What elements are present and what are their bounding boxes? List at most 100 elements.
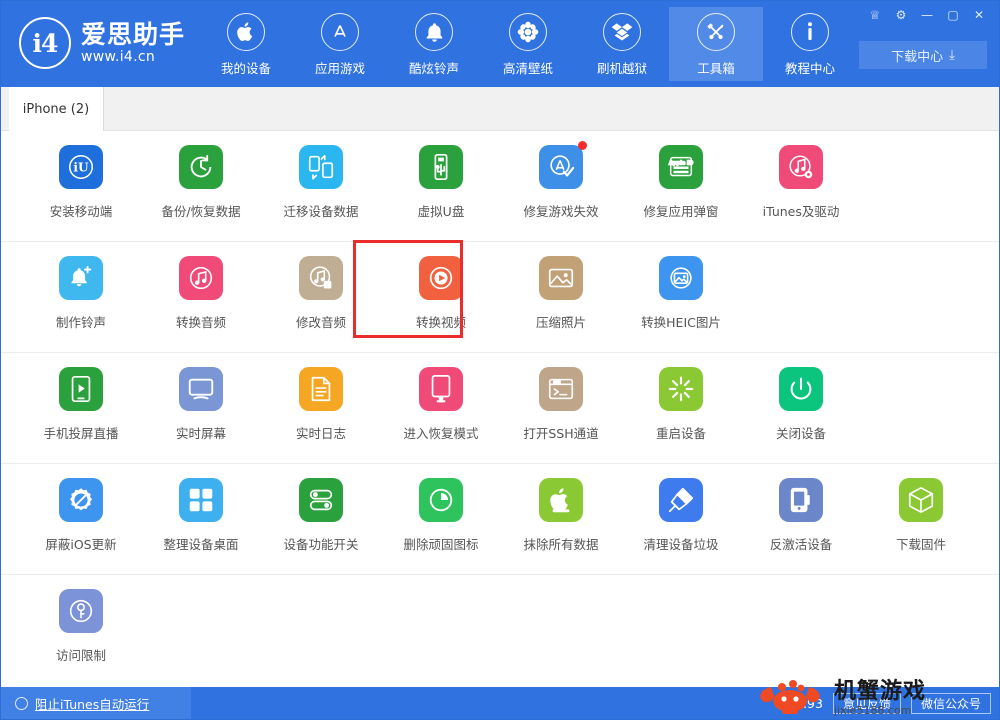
svg-text:Apple ID: Apple ID	[669, 161, 693, 167]
tool-apple-id-fix[interactable]: Apple ID 修复应用弹窗	[621, 145, 741, 220]
tool-realtime-log[interactable]: 实时日志	[261, 367, 381, 442]
tool-block-ios-update[interactable]: 屏蔽iOS更新	[21, 478, 141, 553]
tool-label: 手机投屏直播	[43, 426, 119, 441]
app-footer: 阻止iTunes自动运行 V7.93 意见反馈 微信公众号 机蟹游戏 jixie…	[1, 680, 999, 719]
tool-label: 清理设备垃圾	[643, 537, 719, 552]
tool-convert-video[interactable]: 转换视频	[353, 240, 501, 338]
nav-item-info[interactable]: 教程中心	[763, 7, 857, 81]
tool-i4-install[interactable]: iU 安装移动端	[21, 145, 141, 220]
download-center-button[interactable]: 下载中心 ⤓	[859, 41, 987, 69]
tool-access-restriction[interactable]: 访问限制	[21, 589, 141, 664]
apple-id-fix-icon: Apple ID	[659, 145, 703, 189]
make-ringtone-icon	[59, 256, 103, 300]
download-firmware-icon	[899, 478, 943, 522]
tool-backup-restore[interactable]: 备份/恢复数据	[141, 145, 261, 220]
settings-gear-icon[interactable]: ⚙	[889, 5, 913, 25]
nav-item-label: 教程中心	[784, 61, 835, 76]
nav-item-label: 我的设备	[220, 61, 271, 76]
tool-label: iTunes及驱动	[762, 204, 840, 219]
tool-label: 关闭设备	[775, 426, 826, 441]
organize-desktop-icon	[179, 478, 223, 522]
realtime-screen-icon	[179, 367, 223, 411]
version-label: V7.93	[786, 695, 823, 711]
tool-deactivate-device[interactable]: 反激活设备	[741, 478, 861, 553]
tool-label: 设备功能开关	[283, 537, 359, 552]
shutdown-device-icon	[779, 367, 823, 411]
itunes-driver-icon	[779, 145, 823, 189]
tool-label: 修改音频	[295, 315, 346, 330]
tool-label: 转换HEIC图片	[641, 315, 721, 330]
app-header: i4 爱思助手 www.i4.cn 我的设备 应用游戏 酷炫铃声 高清壁纸 刷机越狱 工具…	[1, 1, 999, 87]
wechat-button[interactable]: 微信公众号	[910, 692, 991, 714]
block-itunes-toggle[interactable]: 阻止iTunes自动运行	[1, 687, 191, 719]
toolbox-row: 制作铃声转换音频 音修改音频 转换视频压缩照片 转换HEIC图片	[1, 240, 999, 353]
backup-restore-icon	[179, 145, 223, 189]
recovery-mode-icon	[419, 367, 463, 411]
toolbox-row: 手机投屏直播 实时屏幕 实时日志 进入恢复模式 SSH 打开SSH通道 重启设备 关闭设备	[1, 353, 999, 464]
tool-remove-stubborn[interactable]: 删除顽固图标	[381, 478, 501, 553]
tool-feature-switch[interactable]: 设备功能开关	[261, 478, 381, 553]
close-icon[interactable]: ✕	[967, 5, 991, 25]
tool-itunes-driver[interactable]: iTunes及驱动	[741, 145, 861, 220]
feedback-label: 意见反馈	[842, 696, 891, 711]
svg-text:iU: iU	[73, 161, 89, 175]
tool-clean-junk[interactable]: 清理设备垃圾	[621, 478, 741, 553]
fix-game-icon	[539, 141, 587, 189]
feedback-button[interactable]: 意见反馈	[832, 692, 901, 714]
tool-reboot-device[interactable]: 重启设备	[621, 367, 741, 442]
tool-convert-heic[interactable]: 转换HEIC图片	[621, 256, 741, 331]
toolbox-icon	[697, 13, 735, 51]
tool-download-firmware[interactable]: 下载固件	[861, 478, 981, 553]
tool-realtime-screen[interactable]: 实时屏幕	[141, 367, 261, 442]
tool-organize-desktop[interactable]: 整理设备桌面	[141, 478, 261, 553]
tool-label: 安装移动端	[49, 204, 113, 219]
tool-label: 备份/恢复数据	[161, 204, 241, 219]
tool-usb-drive[interactable]: 虚拟U盘	[381, 145, 501, 220]
tool-fix-game[interactable]: 修复游戏失效	[501, 141, 621, 220]
nav-item-apple[interactable]: 我的设备	[199, 7, 293, 81]
nav-item-bell[interactable]: 酷炫铃声	[387, 7, 481, 81]
screen-cast-icon	[59, 367, 103, 411]
appstore-icon	[321, 13, 359, 51]
nav-item-flower-wallpaper[interactable]: 高清壁纸	[481, 7, 575, 81]
tool-edit-audio[interactable]: 音修改音频	[261, 256, 381, 331]
toolbox-row: iU 安装移动端 备份/恢复数据 迁移设备数据 虚拟U盘 修复游戏失效 Apple ID 修复…	[1, 131, 999, 242]
tool-label: 转换音频	[175, 315, 226, 330]
deactivate-device-icon	[779, 478, 823, 522]
skin-icon[interactable]: ♕	[863, 5, 887, 25]
nav-item-label: 酷炫铃声	[408, 61, 459, 76]
apple-icon	[227, 13, 265, 51]
tool-shutdown-device[interactable]: 关闭设备	[741, 367, 861, 442]
usb-drive-icon	[419, 145, 463, 189]
minimize-icon[interactable]: —	[915, 5, 939, 25]
tool-erase-all-data[interactable]: 抹除所有数据	[501, 478, 621, 553]
tool-migrate-data[interactable]: 迁移设备数据	[261, 145, 381, 220]
tool-convert-audio[interactable]: 转换音频	[141, 256, 261, 331]
tool-label: 重启设备	[655, 426, 706, 441]
brand-logo-group: i4 爱思助手 www.i4.cn	[19, 17, 185, 69]
tool-ssh-tunnel[interactable]: SSH 打开SSH通道	[501, 367, 621, 442]
tab-label: iPhone (2)	[22, 101, 90, 117]
tool-label: 压缩照片	[535, 315, 586, 330]
tool-make-ringtone[interactable]: 制作铃声	[21, 256, 141, 331]
nav-item-toolbox[interactable]: 工具箱	[669, 7, 763, 81]
tool-screen-cast[interactable]: 手机投屏直播	[21, 367, 141, 442]
footer-actions: V7.93 意见反馈 微信公众号	[787, 687, 991, 719]
tool-compress-photo[interactable]: 压缩照片	[501, 256, 621, 331]
nav-item-dropbox-flash[interactable]: 刷机越狱	[575, 7, 669, 81]
tool-recovery-mode[interactable]: 进入恢复模式	[381, 367, 501, 442]
toolbox-row: 访问限制	[1, 575, 999, 686]
bell-icon	[415, 13, 453, 51]
radio-circle-icon	[15, 696, 28, 710]
tool-label: 下载固件	[895, 537, 946, 552]
nav-item-appstore[interactable]: 应用游戏	[293, 7, 387, 81]
svg-text:音: 音	[325, 281, 331, 289]
notification-badge-dot	[578, 141, 587, 150]
wechat-label: 微信公众号	[920, 696, 981, 711]
tool-label: 整理设备桌面	[163, 537, 239, 552]
download-icon: ⤓	[949, 47, 955, 63]
block-ios-update-icon	[59, 478, 103, 522]
nav-item-label: 工具箱	[697, 61, 735, 76]
tab-iphone[interactable]: iPhone (2)	[9, 87, 104, 131]
maximize-icon[interactable]: ▢	[941, 5, 965, 25]
